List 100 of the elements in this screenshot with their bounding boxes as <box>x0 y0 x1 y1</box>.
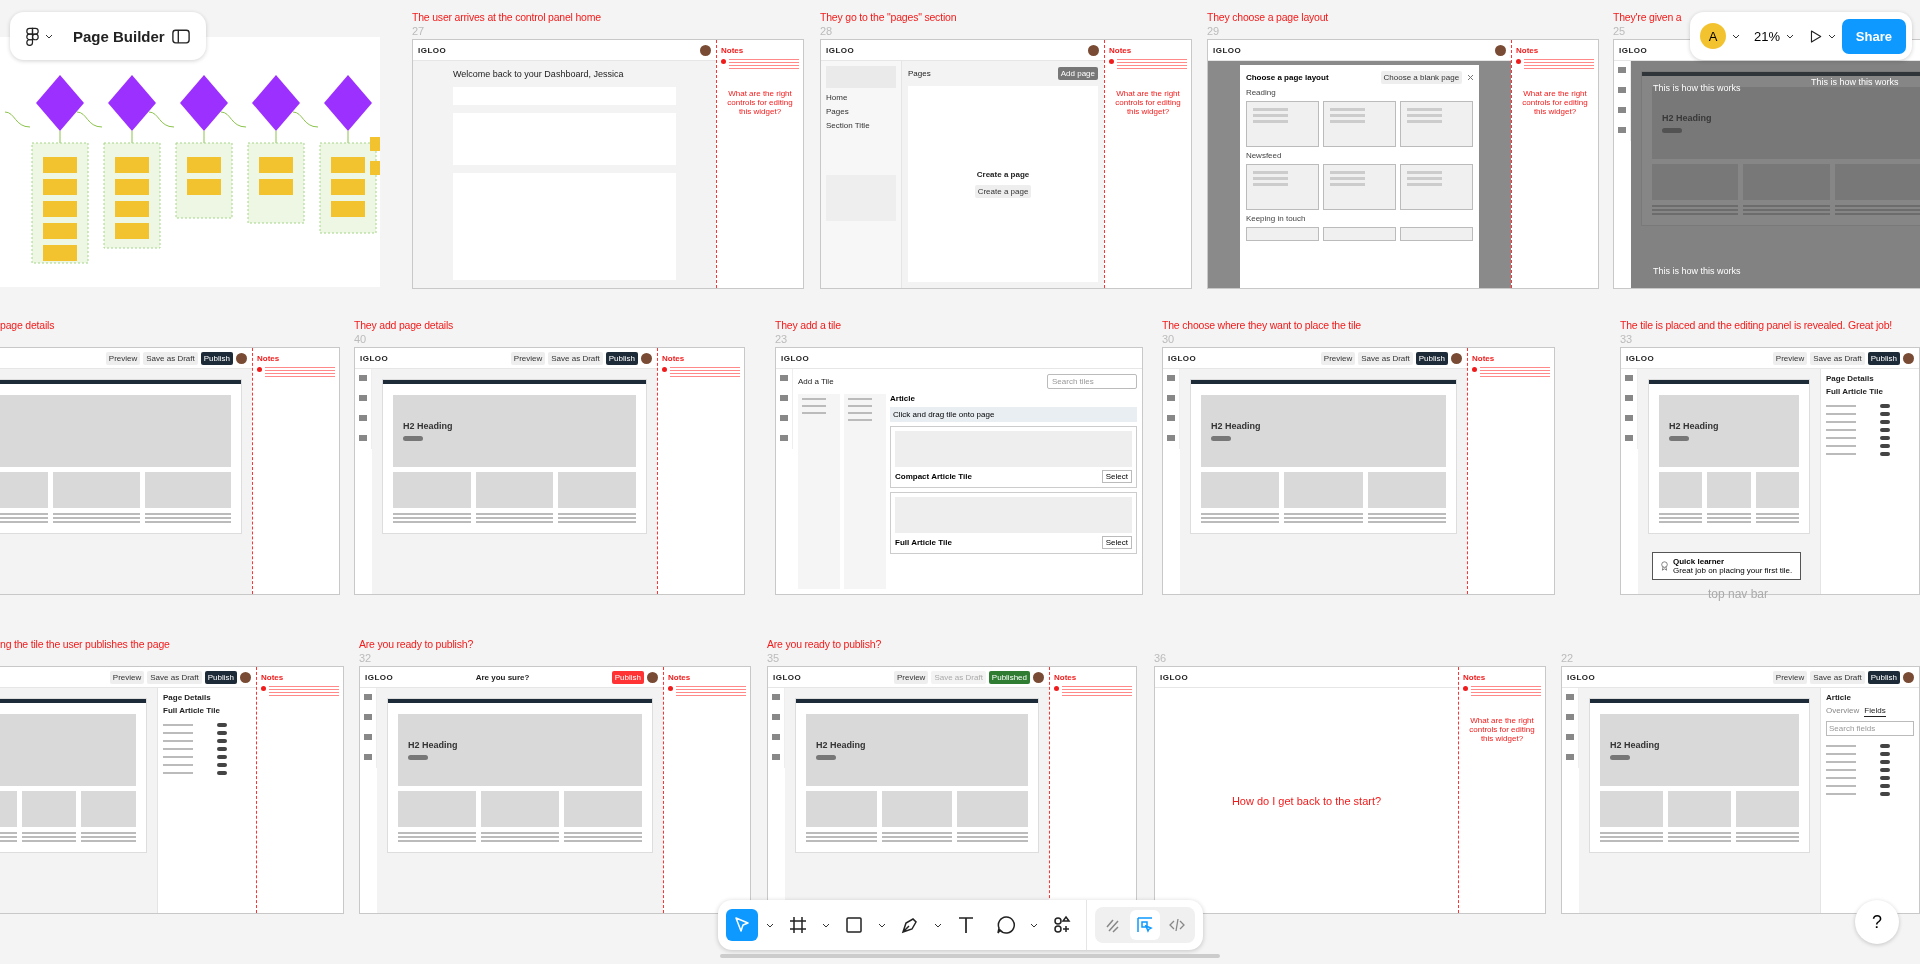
frame[interactable]: Preview Save as Draft Publish Notes <box>0 347 340 595</box>
nav-item[interactable]: Pages <box>826 107 896 116</box>
frame-title: The tile is placed and the editing panel is revealed. Great job! <box>1620 318 1893 333</box>
frame[interactable]: IGLOO Preview Save as Draft Publish H2 Heading Notes <box>1162 347 1555 595</box>
notes-title: Notes <box>1054 673 1078 682</box>
toast-text: Great job on placing your first tile. <box>1673 566 1793 575</box>
logo-text: IGLOO <box>826 45 855 55</box>
logo-text: IGLOO <box>365 672 394 682</box>
header-button[interactable]: Preview <box>1772 670 1808 684</box>
logo-text: IGLOO <box>781 353 810 363</box>
user-avatar[interactable]: A <box>1700 23 1726 49</box>
section-title: Reading <box>1245 88 1277 97</box>
tile-card[interactable]: Full Article Tile Select <box>890 492 1137 554</box>
frame-title: ng the tile the user publishes the page <box>0 637 170 652</box>
header-button[interactable]: Save as Draft <box>147 670 202 684</box>
frame-title: They add a tile <box>775 318 841 333</box>
hero-banner[interactable]: H2 Heading <box>1600 714 1799 786</box>
hero-banner[interactable]: H2 Heading <box>1659 395 1799 467</box>
frame[interactable]: IGLOO Add a Tile Search tiles Article Click and drag tile onto page Compact Article Tile Select Full Article Tile Select <box>775 347 1143 595</box>
header-button[interactable]: Publish <box>1415 351 1448 365</box>
frame-title: Are you ready to publish? <box>359 637 474 652</box>
frame-title: Are you ready to publish? <box>767 637 882 652</box>
frame-title: They add page details <box>354 318 454 333</box>
header-button[interactable]: Preview <box>893 670 929 684</box>
nav-item[interactable]: Section Title <box>826 121 896 130</box>
header-button[interactable]: Preview <box>1320 351 1356 365</box>
notes-title: Notes <box>1463 673 1487 682</box>
hero-banner[interactable]: H2 Heading <box>398 714 642 786</box>
frame[interactable]: IGLOO Preview Save as Draft Publish H2 Heading Notes <box>354 347 745 595</box>
note-question: What are the right controls for editing this widget? <box>1114 89 1182 116</box>
header-button[interactable]: Save as Draft <box>548 351 603 365</box>
logo-text: IGLOO <box>1619 45 1648 55</box>
notes-title: Notes <box>668 673 692 682</box>
header-button[interactable]: Publish <box>1867 351 1900 365</box>
add-page-button[interactable]: Add page <box>1057 67 1098 80</box>
hero-heading: H2 Heading <box>1669 421 1720 431</box>
header-button[interactable]: Save as Draft <box>1810 670 1865 684</box>
frame[interactable]: Preview Save as Draft Publish Page Details Full Article Tile Notes <box>0 666 344 914</box>
panel-subtitle: Full Article Tile <box>1826 387 1884 396</box>
section-title: Newsfeed <box>1245 151 1283 160</box>
help-button[interactable]: ? <box>1855 900 1899 944</box>
frame[interactable]: IGLOO Choose a page layout Choose a blank page Reading Newsfeed Keeping in touch Notes What are the right controls for editing this widget? <box>1207 39 1599 289</box>
logo-text: IGLOO <box>1567 672 1596 682</box>
frame[interactable]: IGLOO Home Pages Section Title Pages Add page Create a page Create a page Notes What are the right controls for editing this widget? <box>820 39 1192 289</box>
header-button[interactable]: Preview <box>510 351 546 365</box>
select-button[interactable]: Select <box>1101 536 1132 549</box>
frame[interactable]: IGLOO Preview Save as Draft Publish H2 Heading Article Overview Fields Search fields <box>1561 666 1920 914</box>
header-button[interactable]: Preview <box>109 670 145 684</box>
header-button[interactable]: Preview <box>105 351 141 365</box>
hero-banner[interactable]: H2 Heading <box>393 395 636 467</box>
frame-title: They're given a <box>1613 10 1682 25</box>
frame-number: 33 <box>1620 333 1634 345</box>
notes-title: Notes <box>1109 46 1133 55</box>
frame[interactable]: IGLOO How do I get back to the start? Notes What are the right controls for editing this widget? <box>1154 666 1546 914</box>
header-button[interactable]: Publish <box>204 670 237 684</box>
page-title: Pages <box>908 69 931 78</box>
notes-title: Notes <box>721 46 745 55</box>
frame-number: 27 <box>412 25 426 37</box>
select-button[interactable]: Select <box>1101 470 1132 483</box>
header-button[interactable]: Save as Draft <box>143 351 198 365</box>
notes-title: Notes <box>1472 354 1496 363</box>
file-title[interactable]: Page Builder <box>73 27 166 45</box>
confirm-text: Are you sure? <box>475 672 530 682</box>
frame-title: They go to the "pages" section <box>820 10 957 25</box>
notes-title: Notes <box>1516 46 1540 55</box>
header-button[interactable]: Published <box>988 670 1030 684</box>
header-button[interactable]: Publish <box>611 670 644 684</box>
hero-banner[interactable]: H2 Heading <box>806 714 1028 786</box>
frame[interactable]: IGLOO Welcome back to your Dashboard, Jessica Notes What are the right controls for editing this widget? <box>412 39 804 289</box>
notes-title: Notes <box>662 354 686 363</box>
frame-title: The choose where they want to place the tile <box>1162 318 1361 333</box>
create-page-button[interactable]: Create a page <box>974 185 1032 198</box>
note-question: What are the right controls for editing this widget? <box>1521 89 1589 116</box>
header-button[interactable]: Publish <box>605 351 638 365</box>
header-button[interactable]: Publish <box>1867 670 1900 684</box>
frame-number: 40 <box>354 333 368 345</box>
tip-banner: Click and drag tile onto page <box>890 407 1137 422</box>
notes-title: Notes <box>261 673 285 682</box>
frame-title: page details <box>0 318 55 333</box>
nav-item[interactable]: Home <box>826 93 896 102</box>
header-button[interactable]: Save as Draft <box>1810 351 1865 365</box>
frame-number: 35 <box>767 652 781 664</box>
frame[interactable]: IGLOO Are you sure? Publish H2 Heading Notes <box>359 666 751 914</box>
hint-text: This is how this works <box>1811 77 1899 87</box>
welcome-heading: Welcome back to your Dashboard, Jessica <box>453 69 625 79</box>
frame-title: They choose a page layout <box>1207 10 1329 25</box>
tab[interactable]: Overview <box>1826 706 1860 717</box>
logo-text: IGLOO <box>1160 672 1189 682</box>
header-button[interactable]: Publish <box>200 351 233 365</box>
frame-number: 30 <box>1162 333 1176 345</box>
notes-title: Notes <box>257 354 281 363</box>
header-button[interactable]: Preview <box>1772 351 1808 365</box>
header-button[interactable]: Save as Draft <box>1358 351 1413 365</box>
blank-page-button[interactable]: Choose a blank page <box>1380 71 1463 84</box>
hero-banner[interactable]: H2 Heading <box>1201 395 1446 467</box>
note-question: What are the right controls for editing this widget? <box>726 89 794 116</box>
tile-card[interactable]: Compact Article Tile Select <box>890 426 1137 488</box>
panel-title: Page Details <box>163 693 212 702</box>
frame-title: The user arrives at the control panel home <box>412 10 601 25</box>
tab[interactable]: Fields <box>1864 706 1886 717</box>
